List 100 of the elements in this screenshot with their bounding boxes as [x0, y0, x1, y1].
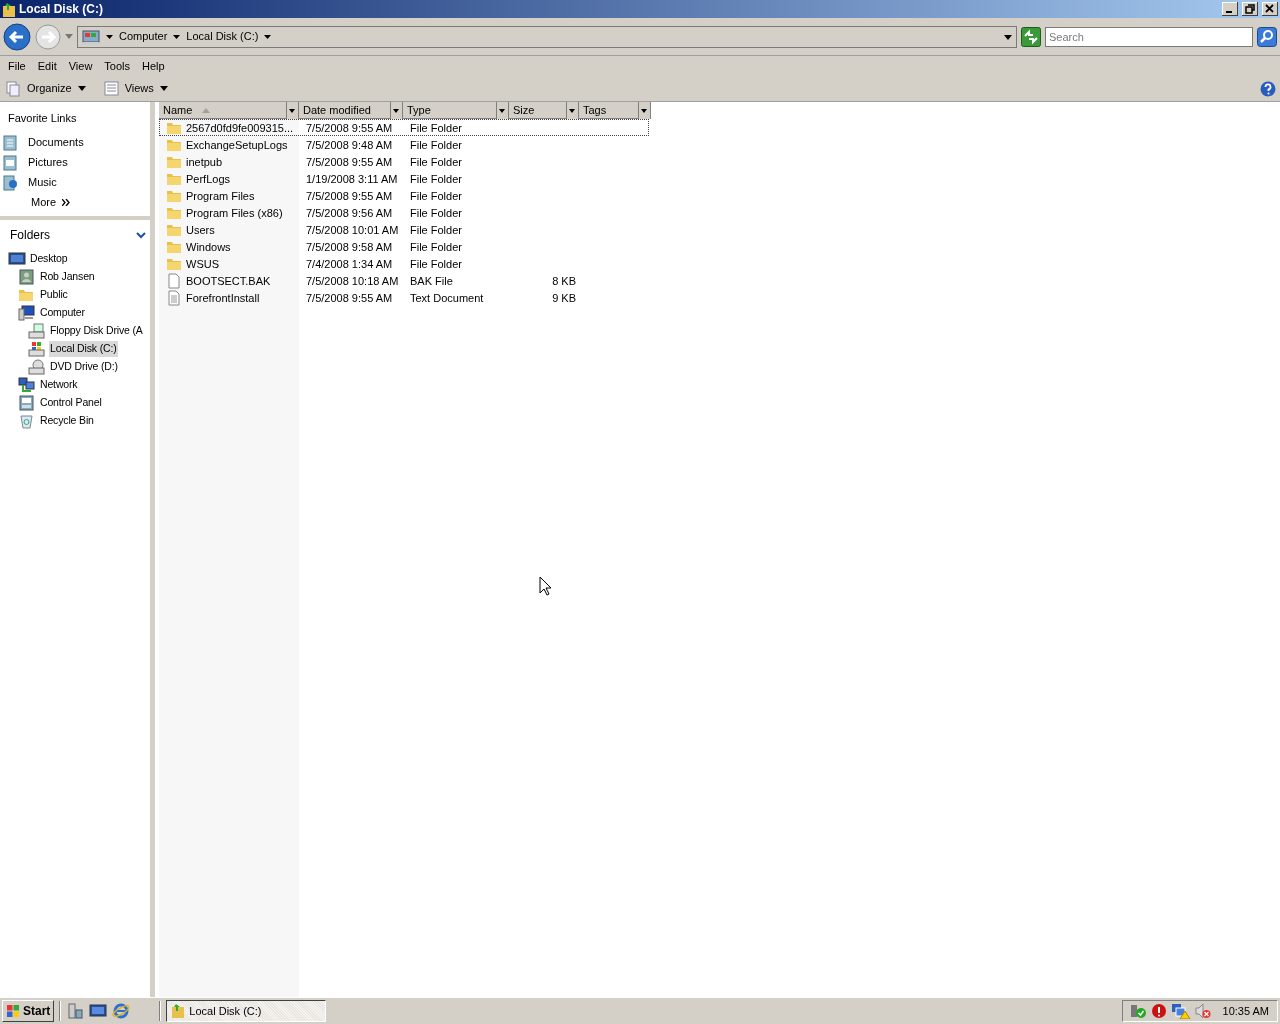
tree-item[interactable]: Floppy Disk Drive (A: [49, 323, 144, 339]
column-dropdown[interactable]: [390, 102, 402, 119]
file-row[interactable]: ForefrontInstall 7/5/2008 9:55 AM Text Document 9 KB: [159, 289, 649, 306]
date-modified: 7/5/2008 9:55 AM: [306, 122, 393, 134]
date-modified: 7/5/2008 10:01 AM: [306, 224, 399, 236]
folder-icon: [166, 171, 182, 188]
date-modified: 7/5/2008 9:55 AM: [306, 292, 393, 304]
file-type: BAK File: [410, 275, 453, 287]
file-row[interactable]: Users 7/5/2008 10:01 AM File Folder: [159, 221, 649, 238]
breadcrumb[interactable]: Computer: [119, 28, 168, 45]
menu-item[interactable]: Edit: [31, 57, 63, 75]
date-modified: 7/5/2008 9:58 AM: [306, 241, 393, 253]
address-bar[interactable]: Computer Local Disk (C:): [77, 25, 1017, 48]
folder-icon: [166, 222, 182, 239]
folder-icon: [171, 1003, 186, 1019]
file-name: 2567d0fd9fe009315...: [186, 121, 294, 136]
start-button[interactable]: Start: [2, 1000, 55, 1022]
column-dropdown[interactable]: [496, 102, 508, 119]
file-icon: [166, 273, 182, 290]
file-name: PerfLogs: [186, 172, 231, 187]
breadcrumb[interactable]: Local Disk (C:): [186, 28, 259, 45]
column-header[interactable]: Tags: [579, 102, 638, 119]
tree-item[interactable]: Network: [39, 377, 79, 393]
toolbar-button[interactable]: Organize: [4, 80, 88, 97]
tree-item[interactable]: Control Panel: [39, 395, 103, 411]
file-row[interactable]: Program Files 7/5/2008 9:55 AM File Folder: [159, 187, 649, 204]
column-header[interactable]: Name: [159, 102, 286, 119]
section-title: Favorite Links: [8, 111, 77, 126]
views-icon: [103, 80, 119, 97]
toolbar-button[interactable]: Views: [101, 80, 170, 97]
column-header[interactable]: Size: [509, 102, 566, 119]
server-icon[interactable]: [66, 1002, 85, 1020]
file-type: Text Document: [410, 292, 484, 304]
chevrons-icon: [62, 199, 71, 206]
tree-item[interactable]: DVD Drive (D:): [49, 359, 119, 375]
caret-icon[interactable]: [264, 34, 272, 39]
tree-item[interactable]: Desktop: [29, 251, 69, 267]
file-row[interactable]: Windows 7/5/2008 9:58 AM File Folder: [159, 238, 649, 255]
window-title: Local Disk (C:): [19, 1, 103, 18]
file-row[interactable]: inetpub 7/5/2008 9:55 AM File Folder: [159, 153, 649, 170]
favorite-link[interactable]: Documents: [2, 132, 84, 153]
restore-button[interactable]: [1242, 2, 1258, 16]
file-size: 9 KB: [552, 292, 576, 304]
menu-item[interactable]: View: [62, 57, 99, 75]
windows-logo-icon: [6, 1004, 20, 1018]
file-row[interactable]: Program Files (x86) 7/5/2008 9:56 AM File Folder: [159, 204, 649, 221]
search-icon[interactable]: [1257, 26, 1277, 47]
caret-icon[interactable]: [106, 34, 113, 39]
column-dropdown[interactable]: [638, 102, 650, 119]
column-dropdown[interactable]: [286, 102, 298, 119]
file-type: File Folder: [410, 173, 462, 185]
file-name: ExchangeSetupLogs: [186, 138, 288, 153]
search-field[interactable]: Search: [1045, 26, 1253, 47]
section-title: Folders: [10, 227, 50, 244]
file-row[interactable]: 2567d0fd9fe009315... 7/5/2008 9:55 AM File Folder: [159, 119, 649, 136]
file-row[interactable]: PerfLogs 1/19/2008 3:11 AM File Folder: [159, 170, 649, 187]
back-button[interactable]: [3, 22, 31, 51]
text-file-icon: [166, 290, 182, 307]
more-link[interactable]: More: [8, 192, 71, 213]
file-row[interactable]: WSUS 7/4/2008 1:34 AM File Folder: [159, 255, 649, 272]
column-dropdown[interactable]: [566, 102, 578, 119]
tree-item[interactable]: Recycle Bin: [39, 413, 95, 429]
network-warning-icon[interactable]: [1170, 1003, 1191, 1019]
menu-item[interactable]: Tools: [98, 57, 137, 75]
favorite-link[interactable]: Pictures: [2, 152, 68, 173]
user-icon: [18, 269, 36, 285]
menu-item[interactable]: Help: [136, 57, 171, 75]
close-button[interactable]: [1262, 2, 1278, 16]
dropdown-icon[interactable]: [1004, 34, 1012, 40]
collapse-icon[interactable]: [136, 231, 146, 239]
column-header[interactable]: Type: [403, 102, 496, 119]
refresh-button[interactable]: [1021, 26, 1041, 47]
monitor-icon[interactable]: [89, 1002, 108, 1020]
tree-item[interactable]: Local Disk (C:): [49, 341, 118, 357]
folder-icon: [166, 256, 182, 273]
minimize-button[interactable]: [1222, 2, 1238, 16]
file-type: File Folder: [410, 190, 462, 202]
speaker-muted-icon[interactable]: [1194, 1003, 1211, 1019]
file-row[interactable]: ExchangeSetupLogs 7/5/2008 9:48 AM File Folder: [159, 136, 649, 153]
taskbar-button[interactable]: Local Disk (C:): [166, 1000, 327, 1022]
caret-icon[interactable]: [173, 34, 181, 39]
folder-icon: [2, 1, 16, 18]
date-modified: 7/5/2008 9:55 AM: [306, 156, 393, 168]
file-name: WSUS: [186, 257, 219, 272]
favorite-link[interactable]: Music: [2, 172, 57, 193]
hard-drive-icon: [28, 341, 46, 357]
help-icon[interactable]: [1260, 81, 1276, 98]
folder-icon: [166, 205, 182, 222]
dvd-drive-icon: [28, 359, 46, 375]
column-header[interactable]: Date modified: [299, 102, 390, 119]
network-icon: [18, 377, 36, 393]
tree-item[interactable]: Public: [39, 287, 69, 303]
tree-item[interactable]: Rob Jansen: [39, 269, 96, 285]
menu-item[interactable]: File: [2, 57, 32, 75]
alert-icon[interactable]: [1150, 1003, 1167, 1019]
file-row[interactable]: BOOTSECT.BAK 7/5/2008 10:18 AM BAK File 8 KB: [159, 272, 649, 289]
folder-icon: [166, 154, 182, 171]
browser-icon[interactable]: [112, 1002, 131, 1020]
shield-icon[interactable]: [1128, 1003, 1147, 1019]
tree-item[interactable]: Computer: [39, 305, 86, 321]
